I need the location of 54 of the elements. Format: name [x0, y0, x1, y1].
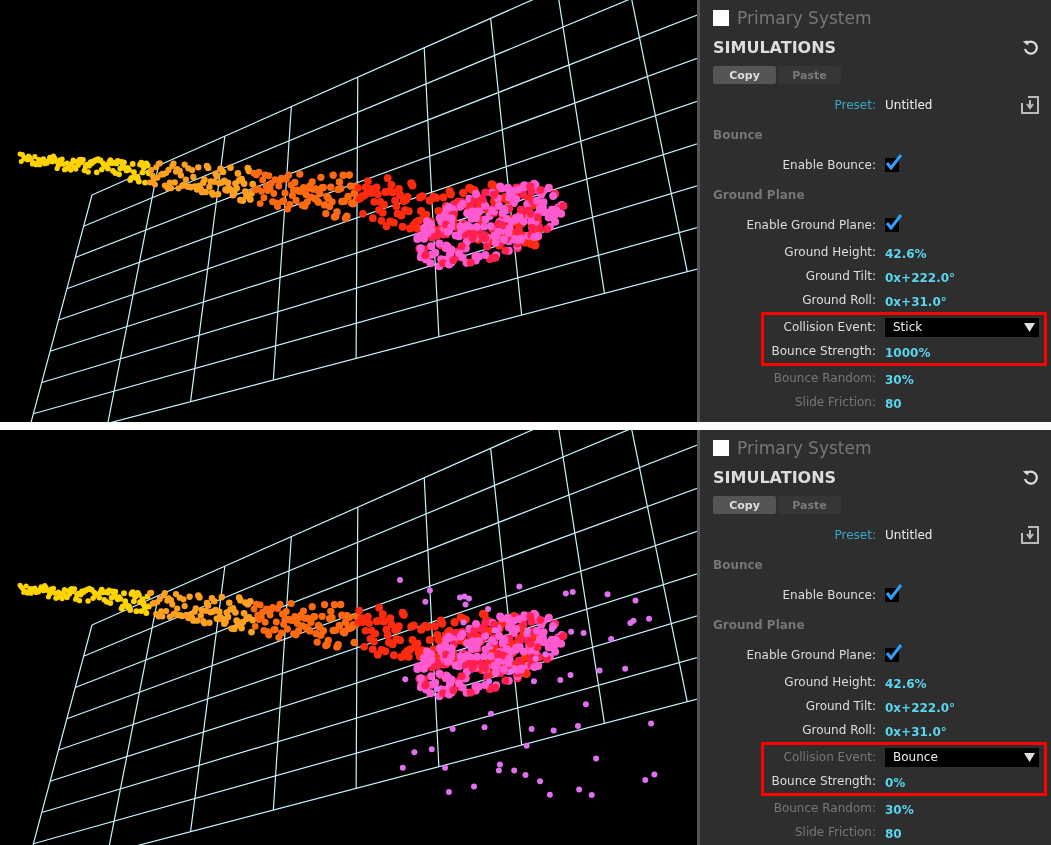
field-label: Enable Ground Plane:	[745, 218, 876, 232]
color-swatch[interactable]	[713, 10, 729, 26]
caret-icon	[1024, 752, 1035, 762]
preset-value[interactable]: Untitled	[885, 98, 1012, 112]
copy-button[interactable]: Copy	[713, 66, 776, 84]
value-field[interactable]: 0x+222.0°	[885, 270, 956, 285]
field-label: Enable Bounce:	[781, 588, 876, 602]
value-field[interactable]: 30%	[885, 802, 914, 817]
field-label: Bounce Random:	[772, 801, 876, 815]
group-heading: Bounce	[713, 128, 763, 142]
field-label: Ground Height:	[783, 675, 876, 689]
preset-label: Preset:	[833, 528, 876, 542]
field-label: Ground Tilt:	[804, 269, 876, 283]
value-field[interactable]: 1000%	[885, 345, 931, 360]
reset-icon[interactable]	[1022, 38, 1039, 56]
caret-icon	[1024, 322, 1035, 332]
value-field[interactable]: 42.6%	[885, 246, 927, 261]
value-field[interactable]: 42.6%	[885, 676, 927, 691]
value-field[interactable]: 80	[885, 826, 902, 841]
field-label: Ground Roll:	[801, 723, 876, 737]
system-title: Primary System	[737, 438, 872, 458]
group-heading: Ground Plane	[713, 618, 805, 632]
field-label: Enable Ground Plane:	[745, 648, 876, 662]
group-heading: Bounce	[713, 558, 763, 572]
preset-label: Preset:	[833, 98, 876, 112]
field-label: Ground Height:	[783, 245, 876, 259]
dropdown[interactable]: Bounce	[885, 747, 1039, 767]
field-label: Slide Friction:	[793, 825, 876, 839]
field-label: Ground Tilt:	[804, 699, 876, 713]
value-field[interactable]: 0x+31.0°	[885, 724, 947, 739]
group-heading: Ground Plane	[713, 188, 805, 202]
save-preset-icon[interactable]	[1021, 526, 1039, 544]
section-title: SIMULATIONS	[713, 37, 837, 57]
field-label: Bounce Strength:	[770, 774, 876, 788]
preset-value[interactable]: Untitled	[885, 528, 1012, 542]
value-field[interactable]: 30%	[885, 372, 914, 387]
copy-button[interactable]: Copy	[713, 496, 776, 514]
field-label: Slide Friction:	[793, 395, 876, 409]
section-title: SIMULATIONS	[713, 467, 837, 487]
save-preset-icon[interactable]	[1021, 96, 1039, 114]
dropdown[interactable]: Stick	[885, 317, 1039, 337]
color-swatch[interactable]	[713, 440, 729, 456]
value-field[interactable]: 80	[885, 396, 902, 411]
field-label: Bounce Strength:	[770, 344, 876, 358]
field-label: Collision Event:	[782, 320, 876, 334]
field-label: Collision Event:	[782, 750, 876, 764]
field-label: Ground Roll:	[801, 293, 876, 307]
value-field[interactable]: 0x+222.0°	[885, 700, 956, 715]
value-field[interactable]: 0%	[885, 775, 906, 790]
field-label: Bounce Random:	[772, 371, 876, 385]
system-title: Primary System	[737, 8, 872, 28]
value-field[interactable]: 0x+31.0°	[885, 294, 947, 309]
field-label: Enable Bounce:	[781, 158, 876, 172]
reset-icon[interactable]	[1022, 468, 1039, 486]
